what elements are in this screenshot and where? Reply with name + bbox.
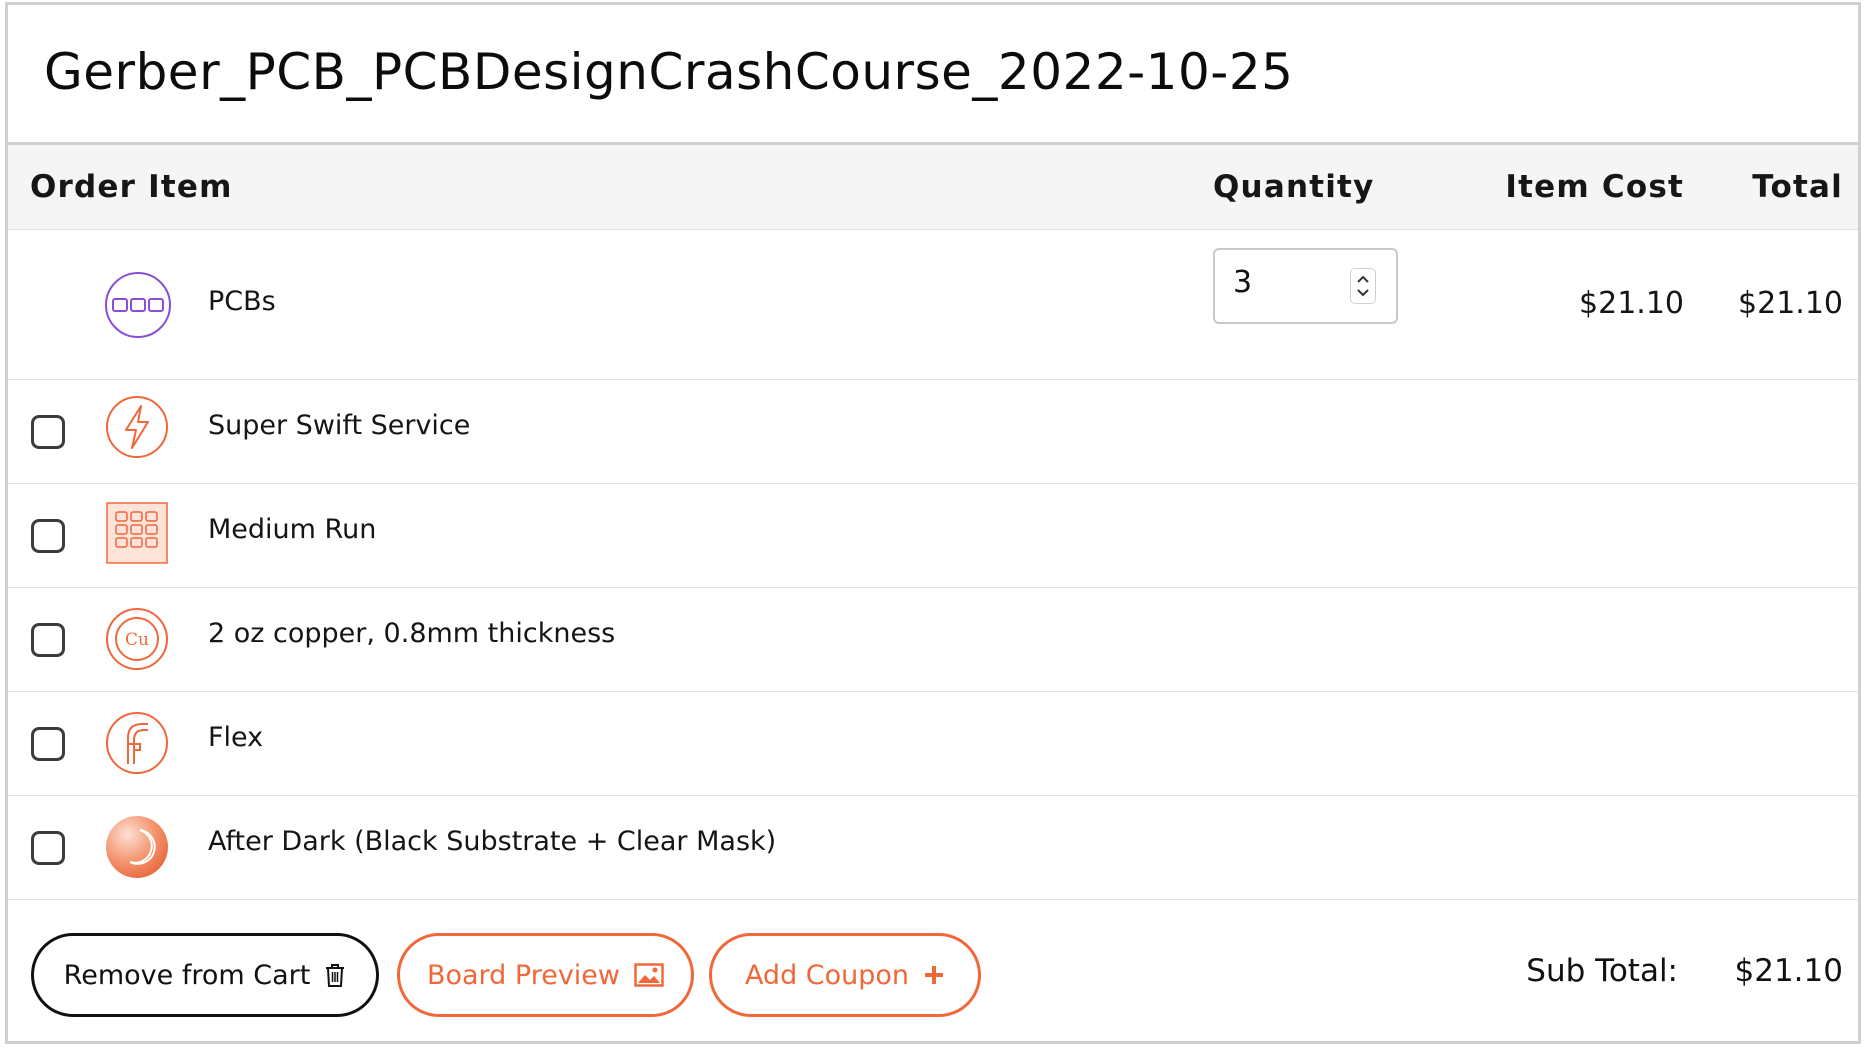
pcb-panel-icon — [103, 270, 173, 340]
svg-text:Cu: Cu — [125, 630, 149, 650]
column-header-order-item: Order Item — [30, 169, 233, 205]
option-row-after-dark: After Dark (Black Substrate + Clear Mask… — [8, 796, 1858, 900]
quantity-input[interactable]: 3 — [1213, 248, 1398, 324]
option-label: Medium Run — [208, 514, 377, 545]
table-row-pcbs: PCBs 3 $21.10 $21.10 — [8, 230, 1858, 380]
item-cost-value: $21.10 — [1579, 286, 1684, 321]
option-row-copper: Cu 2 oz copper, 0.8mm thickness — [8, 588, 1858, 692]
option-label: Super Swift Service — [208, 410, 471, 441]
trash-icon — [326, 964, 345, 987]
flex-checkbox[interactable] — [31, 727, 65, 761]
column-header-total: Total — [1752, 169, 1843, 205]
option-row-medium-run: Medium Run — [8, 484, 1858, 588]
quantity-stepper[interactable] — [1350, 268, 1376, 304]
column-header-quantity: Quantity — [1213, 169, 1375, 205]
subtotal-value: $21.10 — [1734, 953, 1843, 989]
super-swift-checkbox[interactable] — [31, 415, 65, 449]
copper-checkbox[interactable] — [31, 623, 65, 657]
board-preview-label: Board Preview — [426, 959, 621, 991]
add-coupon-button[interactable]: Add Coupon — [709, 933, 981, 1017]
lightning-icon — [104, 394, 170, 460]
image-icon — [634, 963, 664, 987]
option-row-super-swift: Super Swift Service — [8, 380, 1858, 484]
option-row-flex: Flex — [8, 692, 1858, 796]
remove-from-cart-label: Remove from Cart — [63, 959, 311, 991]
copper-icon: Cu — [104, 606, 170, 672]
remove-from-cart-button[interactable]: Remove from Cart — [31, 933, 379, 1017]
page-title: Gerber_PCB_PCBDesignCrashCourse_2022-10-… — [44, 43, 1294, 101]
option-label: 2 oz copper, 0.8mm thickness — [208, 618, 616, 649]
column-header-item-cost: Item Cost — [1505, 169, 1684, 205]
flex-icon — [104, 710, 170, 776]
option-label: After Dark (Black Substrate + Clear Mask… — [208, 826, 777, 857]
option-label: Flex — [208, 722, 264, 753]
item-label-pcbs: PCBs — [208, 286, 276, 317]
medium-run-checkbox[interactable] — [31, 519, 65, 553]
cart-item-card: Gerber_PCB_PCBDesignCrashCourse_2022-10-… — [5, 2, 1861, 1044]
item-total-value: $21.10 — [1738, 286, 1843, 321]
moon-icon — [104, 814, 170, 880]
add-coupon-label: Add Coupon — [744, 959, 910, 991]
table-header: Order Item Quantity Item Cost Total — [8, 142, 1858, 230]
plus-icon — [925, 966, 944, 984]
board-preview-button[interactable]: Board Preview — [397, 933, 694, 1017]
grid-panel-icon — [106, 502, 168, 564]
after-dark-checkbox[interactable] — [31, 831, 65, 865]
quantity-value: 3 — [1233, 265, 1253, 300]
subtotal-label: Sub Total: — [1526, 953, 1678, 989]
